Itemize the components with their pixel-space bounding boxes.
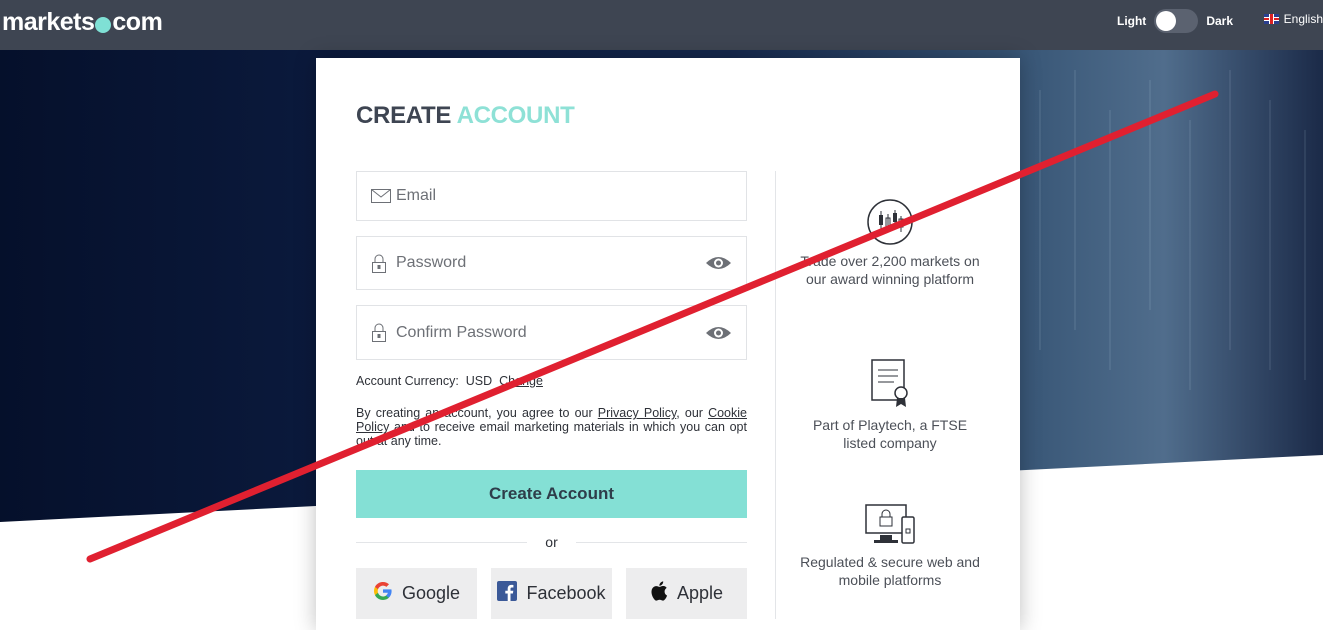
title-main: CREATE (356, 102, 452, 129)
apple-icon (650, 581, 668, 606)
logo-text-right: com (112, 8, 163, 36)
show-confirm-password-eye-icon[interactable] (705, 325, 733, 341)
facebook-label: Facebook (526, 583, 606, 603)
currency-label: Account Currency: (356, 374, 459, 388)
currency-change-link[interactable]: Change (499, 374, 543, 388)
facebook-icon (497, 581, 518, 606)
page-title: CREATE ACCOUNT (356, 102, 575, 130)
password-field[interactable]: Password (356, 236, 747, 290)
vertical-divider (775, 171, 776, 619)
theme-switcher: Light Dark (1117, 9, 1233, 33)
lock-icon (371, 323, 391, 342)
envelope-icon (371, 189, 391, 203)
uk-flag-icon (1263, 14, 1279, 24)
feature-secure-text: Regulated & secure web and mobile platfo… (800, 554, 980, 588)
facebook-signin-button[interactable]: Facebook (491, 568, 612, 619)
email-field[interactable]: Email (356, 171, 747, 221)
candlestick-chart-icon (796, 198, 984, 246)
or-label: or (545, 534, 558, 550)
apple-signin-button[interactable]: Apple (626, 568, 747, 619)
or-line-left (356, 541, 528, 543)
currency-value: USD (465, 374, 493, 388)
theme-dark-label: Dark (1206, 14, 1233, 28)
language-label: English (1283, 12, 1323, 26)
google-icon (373, 581, 393, 606)
feature-markets: Trade over 2,200 markets on our award wi… (796, 198, 984, 288)
feature-secure: Regulated & secure web and mobile platfo… (796, 503, 984, 589)
top-bar: markets com Light Dark English (0, 0, 1323, 50)
markets-com-logo[interactable]: markets com (2, 8, 163, 37)
theme-toggle[interactable] (1154, 9, 1199, 33)
feature-markets-text: Trade over 2,200 markets on our award wi… (800, 253, 980, 287)
apple-label: Apple (676, 583, 724, 603)
confirm-password-placeholder: Confirm Password (396, 323, 527, 341)
confirm-password-field[interactable]: Confirm Password (356, 305, 747, 360)
google-signin-button[interactable]: Google (356, 568, 477, 619)
create-account-card: CREATE ACCOUNT Email Password Confirm Pa… (316, 58, 1020, 630)
account-currency: Account Currency: USD Change (356, 374, 543, 388)
toggle-knob (1156, 11, 1177, 31)
feature-playtech-text: Part of Playtech, a FTSE listed company (812, 417, 968, 451)
terms-prefix: By creating an account, you agree to our (356, 406, 598, 420)
terms-text: By creating an account, you agree to our… (356, 406, 747, 448)
terms-suffix: and to receive email marketing materials… (356, 420, 747, 448)
logo-dot (95, 16, 112, 33)
feature-playtech: Part of Playtech, a FTSE listed company (796, 358, 984, 452)
certificate-icon (796, 358, 984, 410)
create-account-button[interactable]: Create Account (356, 470, 747, 518)
privacy-policy-link[interactable]: Privacy Policy (598, 406, 677, 420)
logo-text-left: markets (2, 8, 95, 36)
password-placeholder: Password (396, 254, 467, 271)
or-divider: or (356, 532, 748, 552)
theme-light-label: Light (1116, 14, 1147, 28)
show-password-eye-icon[interactable] (705, 255, 733, 271)
language-selector[interactable]: English (1263, 12, 1323, 26)
terms-mid: , our (676, 406, 709, 420)
google-label: Google (401, 583, 461, 603)
lock-icon (371, 254, 391, 273)
email-placeholder: Email (396, 187, 437, 204)
title-accent: ACCOUNT (456, 102, 575, 129)
secure-devices-icon (796, 503, 984, 547)
or-line-right (575, 541, 748, 543)
